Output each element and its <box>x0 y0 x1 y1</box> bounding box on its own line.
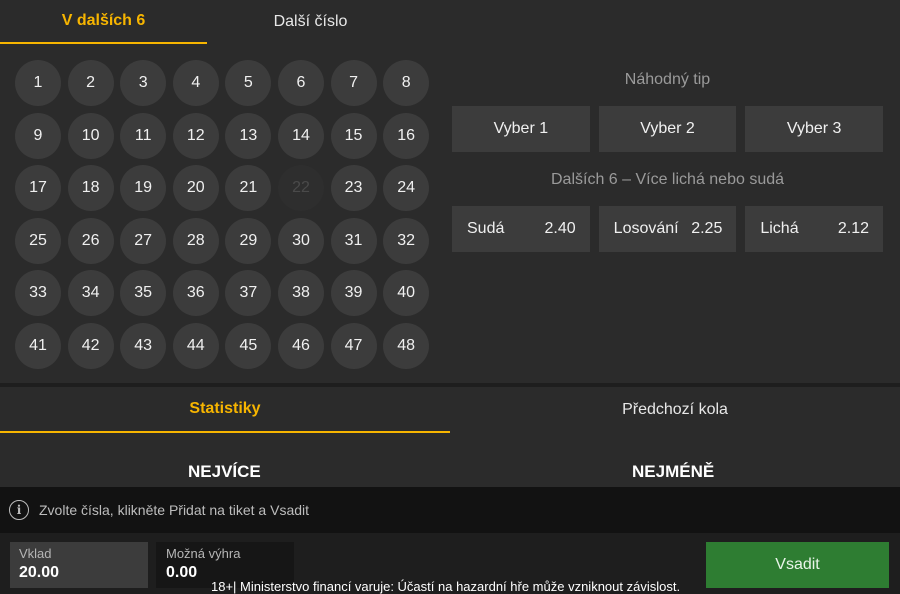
even-bet-button[interactable]: Sudá 2.40 <box>452 206 590 252</box>
odd-odds: 2.12 <box>837 220 870 237</box>
number-ball-45[interactable]: 45 <box>225 322 272 369</box>
random-tip-heading: Náhodný tip <box>624 71 711 88</box>
number-ball-46[interactable]: 46 <box>277 322 324 369</box>
number-ball-20[interactable]: 20 <box>172 165 219 212</box>
number-ball-26[interactable]: 26 <box>67 217 114 264</box>
number-ball-12[interactable]: 12 <box>172 112 219 159</box>
number-ball-39[interactable]: 39 <box>330 270 377 317</box>
number-ball-9[interactable]: 9 <box>15 112 61 159</box>
info-circle-icon: i <box>9 500 29 520</box>
number-ball-34[interactable]: 34 <box>67 270 114 317</box>
number-ball-38[interactable]: 38 <box>277 270 324 317</box>
number-ball-16[interactable]: 16 <box>383 112 430 159</box>
number-ball-7[interactable]: 7 <box>330 60 377 106</box>
number-ball-27[interactable]: 27 <box>120 217 167 264</box>
most-drawn-title: NEJVÍCE <box>188 462 261 481</box>
pick-3-button[interactable]: Vyber 3 <box>745 106 884 152</box>
stake-value: 20.00 <box>19 564 60 581</box>
number-ball-30[interactable]: 30 <box>277 217 324 264</box>
stats-tabs: Statistiky Předchozí kola <box>0 387 900 433</box>
tab-next-6[interactable]: V dalších 6 <box>0 0 207 44</box>
number-ball-23[interactable]: 23 <box>330 165 377 212</box>
number-ball-4[interactable]: 4 <box>172 60 219 106</box>
number-ball-14[interactable]: 14 <box>277 112 324 159</box>
draw-odds: 2.25 <box>691 220 723 237</box>
odd-label: Lichá <box>760 220 799 237</box>
number-ball-21[interactable]: 21 <box>225 165 272 212</box>
info-text: Zvolte čísla, klikněte Přidat na tiket a… <box>39 502 310 518</box>
pick-2-button[interactable]: Vyber 2 <box>598 106 737 152</box>
tab-statistics[interactable]: Statistiky <box>0 387 450 433</box>
statistics-panel: NEJVÍCE NEJMÉNĚ <box>0 433 900 487</box>
number-ball-47[interactable]: 47 <box>330 322 377 369</box>
number-ball-43[interactable]: 43 <box>120 322 167 369</box>
number-ball-13[interactable]: 13 <box>225 112 272 159</box>
number-ball-48[interactable]: 48 <box>383 322 430 369</box>
odd-even-buttons: Sudá 2.40 Losování 2.25 Lichá 2.12 <box>452 206 884 252</box>
number-ball-40[interactable]: 40 <box>383 270 430 317</box>
number-ball-11[interactable]: 11 <box>120 112 167 159</box>
number-ball-33[interactable]: 33 <box>15 270 61 317</box>
number-ball-42[interactable]: 42 <box>67 322 114 369</box>
least-drawn-title: NEJMÉNĚ <box>632 462 715 481</box>
number-ball-41[interactable]: 41 <box>15 322 61 369</box>
number-ball-31[interactable]: 31 <box>330 217 377 264</box>
number-ball-29[interactable]: 29 <box>225 217 272 264</box>
tab-next-number[interactable]: Další číslo <box>207 0 414 44</box>
odd-bet-button[interactable]: Lichá 2.12 <box>745 206 884 252</box>
number-ball-5[interactable]: 5 <box>225 60 272 106</box>
draw-label: Losování <box>613 220 679 237</box>
number-ball-24[interactable]: 24 <box>383 165 430 212</box>
number-ball-28[interactable]: 28 <box>172 217 219 264</box>
bet-slip-bar: Vklad 20.00 Možná výhra 0.00 18+| Minist… <box>0 533 900 594</box>
number-ball-1[interactable]: 1 <box>15 60 61 106</box>
betting-panel: 1 2 3 4 5 6 7 8 9 10 11 12 13 14 15 16 17 18 19 20 21 22 23 24 2… <box>0 44 900 383</box>
number-ball-35[interactable]: 35 <box>120 270 167 317</box>
draw-bet-button[interactable]: Losování 2.25 <box>598 206 737 252</box>
number-grid: 1 2 3 4 5 6 7 8 9 10 11 12 13 14 15 16 17 18 19 20 21 22 23 24 2… <box>15 60 430 369</box>
number-ball-8[interactable]: 8 <box>383 60 430 106</box>
stake-label: Vklad <box>19 546 52 561</box>
number-ball-25[interactable]: 25 <box>15 217 61 264</box>
even-label: Sudá <box>467 220 505 237</box>
number-ball-32[interactable]: 32 <box>383 217 430 264</box>
place-bet-button[interactable]: Vsadit <box>706 542 889 588</box>
even-odds: 2.40 <box>544 220 576 237</box>
random-tip-buttons: Vyber 1 Vyber 2 Vyber 3 <box>452 106 884 152</box>
odd-even-heading: Dalších 6 – Více lichá nebo sudá <box>550 171 785 188</box>
stake-input[interactable]: Vklad 20.00 <box>10 542 148 588</box>
possible-win-label: Možná výhra <box>166 546 241 561</box>
number-ball-36[interactable]: 36 <box>172 270 219 317</box>
number-ball-6[interactable]: 6 <box>277 60 324 106</box>
number-ball-18[interactable]: 18 <box>67 165 114 212</box>
number-ball-2[interactable]: 2 <box>67 60 114 106</box>
number-ball-22: 22 <box>277 165 324 212</box>
game-mode-tabs: V dalších 6 Další číslo <box>0 0 900 44</box>
tab-previous-rounds[interactable]: Předchozí kola <box>450 387 900 433</box>
number-ball-19[interactable]: 19 <box>120 165 167 212</box>
gambling-warning: 18+| Ministerstvo financí varuje: Účastí… <box>211 579 681 594</box>
number-ball-10[interactable]: 10 <box>67 112 114 159</box>
number-ball-15[interactable]: 15 <box>330 112 377 159</box>
pick-1-button[interactable]: Vyber 1 <box>452 106 590 152</box>
number-ball-17[interactable]: 17 <box>15 165 61 212</box>
number-ball-44[interactable]: 44 <box>172 322 219 369</box>
info-bar: i Zvolte čísla, klikněte Přidat na tiket… <box>0 487 900 533</box>
number-ball-3[interactable]: 3 <box>120 60 167 106</box>
number-ball-37[interactable]: 37 <box>225 270 272 317</box>
